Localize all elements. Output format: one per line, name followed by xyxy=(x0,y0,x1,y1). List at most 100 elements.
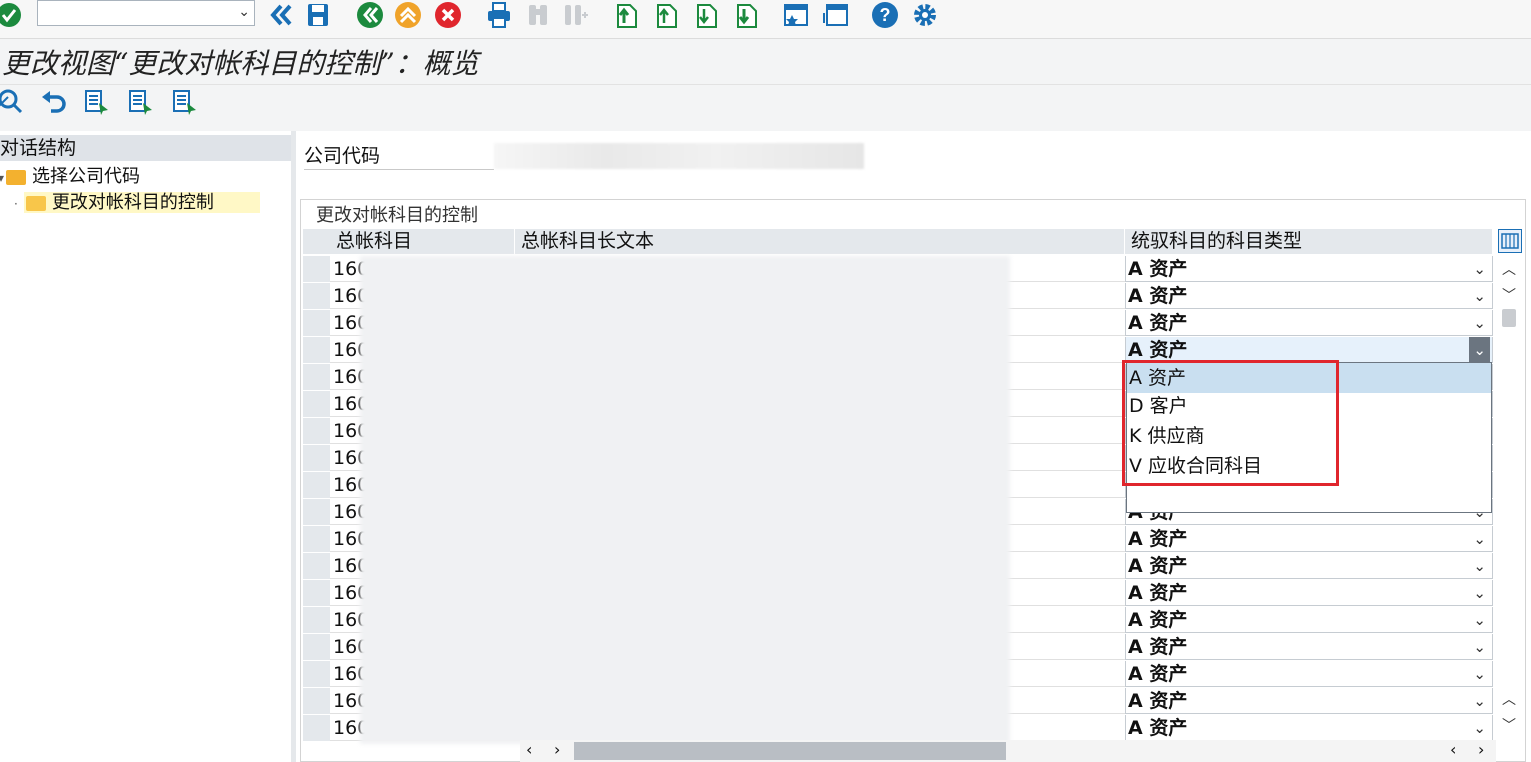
account-type-select[interactable]: A 资产 ⌄ xyxy=(1125,310,1493,336)
tree-item-reconciliation-control[interactable]: · 更改对帐科目的控制 xyxy=(14,191,291,215)
print-icon[interactable] xyxy=(484,1,514,29)
column-header-account-type[interactable]: 统驭科目的科目类型 xyxy=(1125,229,1493,254)
row-selector[interactable] xyxy=(303,391,330,418)
find-icon[interactable] xyxy=(523,1,553,29)
command-field[interactable]: ⌄ xyxy=(37,0,255,26)
account-type-select[interactable]: A 资产 ⌄ xyxy=(1125,607,1493,633)
undo-icon[interactable] xyxy=(39,88,69,116)
chevron-down-icon[interactable]: ⌄ xyxy=(1473,661,1486,687)
row-selector[interactable] xyxy=(303,445,330,472)
account-type-value: A 资产 xyxy=(1128,609,1188,631)
row-selector[interactable] xyxy=(303,310,330,337)
chevron-down-icon[interactable]: ⌄ xyxy=(238,4,250,20)
scroll-left-icon[interactable]: ‹ xyxy=(526,740,532,759)
svg-text:?: ? xyxy=(880,5,891,25)
chevron-down-icon[interactable]: ⌄ xyxy=(1473,688,1486,714)
last-page-icon[interactable] xyxy=(732,1,762,29)
account-type-value: A 资产 xyxy=(1128,312,1188,334)
previous-page-icon[interactable] xyxy=(652,1,682,29)
account-type-value: A 资产 xyxy=(1128,528,1188,550)
account-type-value: A 资产 xyxy=(1128,717,1188,739)
back-icon[interactable] xyxy=(355,1,385,29)
company-code-label: 公司代码 xyxy=(304,143,494,170)
row-selector[interactable] xyxy=(303,715,330,742)
chevron-down-icon[interactable]: ⌄ xyxy=(1473,256,1486,282)
tree-header: 对话结构 xyxy=(0,135,291,161)
scroll-page-up-icon[interactable]: ︿ xyxy=(1502,689,1516,709)
row-selector[interactable] xyxy=(303,553,330,580)
settings-gear-icon[interactable] xyxy=(910,1,940,29)
row-selector[interactable] xyxy=(303,661,330,688)
account-type-select[interactable]: A 资产 ⌄ xyxy=(1125,661,1493,687)
row-selector[interactable] xyxy=(303,526,330,553)
chevron-down-icon[interactable]: ⌄ xyxy=(1473,634,1486,660)
account-type-select[interactable]: A 资产 ⌄ xyxy=(1125,580,1493,606)
save-icon[interactable] xyxy=(303,1,333,29)
vertical-scrollbar[interactable]: ︿ ﹀ ︿ ﹀ xyxy=(1496,229,1523,739)
double-chevron-left-icon[interactable] xyxy=(266,1,296,29)
chevron-down-icon[interactable]: ⌄ xyxy=(1473,283,1486,309)
deselect-all-icon[interactable] xyxy=(170,88,200,116)
column-header-account[interactable]: 总帐科目 xyxy=(330,229,515,254)
row-selector[interactable] xyxy=(303,499,330,526)
row-selector[interactable] xyxy=(303,256,330,283)
scroll-left-icon[interactable]: ‹ xyxy=(1450,740,1456,759)
account-type-select[interactable]: A 资产 ⌄ xyxy=(1125,715,1493,741)
scroll-up-icon[interactable]: ︿ xyxy=(1502,259,1516,279)
scroll-down-icon[interactable]: ﹀ xyxy=(1502,285,1516,305)
tree-item-label: 选择公司代码 xyxy=(32,166,141,187)
exit-icon[interactable] xyxy=(393,1,423,29)
row-selector[interactable] xyxy=(303,580,330,607)
find-next-icon[interactable] xyxy=(560,1,590,29)
select-all-icon[interactable] xyxy=(82,88,112,116)
scroll-thumb[interactable] xyxy=(574,742,1006,760)
account-type-value: A 资产 xyxy=(1128,663,1188,685)
row-selector[interactable] xyxy=(303,418,330,445)
first-page-icon[interactable] xyxy=(612,1,642,29)
account-type-select[interactable]: A 资产 ⌄ xyxy=(1125,283,1493,309)
row-selector[interactable] xyxy=(303,337,330,364)
chevron-down-icon[interactable]: ⌄ xyxy=(1469,337,1490,363)
company-code-value xyxy=(494,143,864,169)
row-selector[interactable] xyxy=(303,688,330,715)
scroll-right-icon[interactable]: › xyxy=(554,740,560,759)
account-type-value: A 资产 xyxy=(1128,582,1188,604)
select-block-icon[interactable] xyxy=(126,88,156,116)
next-page-icon[interactable] xyxy=(692,1,722,29)
tree-item-select-company-code[interactable]: ▾ 选择公司代码 xyxy=(0,165,140,189)
chevron-down-icon[interactable]: ⌄ xyxy=(1473,310,1486,336)
row-selector[interactable] xyxy=(303,472,330,499)
scroll-page-down-icon[interactable]: ﹀ xyxy=(1502,715,1516,735)
group-title: 更改对帐科目的控制 xyxy=(316,205,478,226)
chevron-down-icon[interactable]: ⌄ xyxy=(1473,580,1486,606)
scroll-thumb[interactable] xyxy=(1502,309,1516,327)
dialog-structure-tree: 对话结构 ▾ 选择公司代码 · 更改对帐科目的控制 xyxy=(0,131,292,762)
row-selector[interactable] xyxy=(303,634,330,661)
account-type-select[interactable]: A 资产 ⌄ xyxy=(1125,634,1493,660)
cancel-icon[interactable] xyxy=(433,1,463,29)
display-change-icon[interactable] xyxy=(0,88,26,116)
help-icon[interactable]: ? xyxy=(870,1,900,29)
scroll-right-icon[interactable]: › xyxy=(1478,740,1484,759)
column-config-icon[interactable] xyxy=(1498,229,1522,253)
enter-check-icon[interactable] xyxy=(0,1,24,29)
shortcut-icon[interactable] xyxy=(820,1,850,29)
new-session-icon[interactable] xyxy=(781,1,811,29)
chevron-down-icon[interactable]: ⌄ xyxy=(1473,607,1486,633)
account-type-select[interactable]: A 资产 ⌄ xyxy=(1125,526,1493,552)
account-type-value: A 资产 xyxy=(1128,339,1188,361)
column-header-long-text[interactable]: 总帐科目长文本 xyxy=(515,229,1125,254)
account-type-select[interactable]: A 资产 ⌄ xyxy=(1125,688,1493,714)
account-type-value: A 资产 xyxy=(1128,690,1188,712)
row-selector[interactable] xyxy=(303,283,330,310)
account-type-select[interactable]: A 资产 ⌄ xyxy=(1125,553,1493,579)
row-selector[interactable] xyxy=(303,607,330,634)
page-title-bar: 更改视图“更改对帐科目的控制”：概览 xyxy=(0,40,1531,85)
account-type-select[interactable]: A 资产 ⌄ xyxy=(1125,256,1493,282)
horizontal-scrollbar[interactable]: ‹ › ‹ › xyxy=(520,740,1496,762)
row-selector[interactable] xyxy=(303,364,330,391)
chevron-down-icon[interactable]: ⌄ xyxy=(1473,715,1486,741)
chevron-down-icon[interactable]: ⌄ xyxy=(1473,553,1486,579)
select-all-rows-button[interactable] xyxy=(303,229,330,255)
chevron-down-icon[interactable]: ⌄ xyxy=(1473,526,1486,552)
